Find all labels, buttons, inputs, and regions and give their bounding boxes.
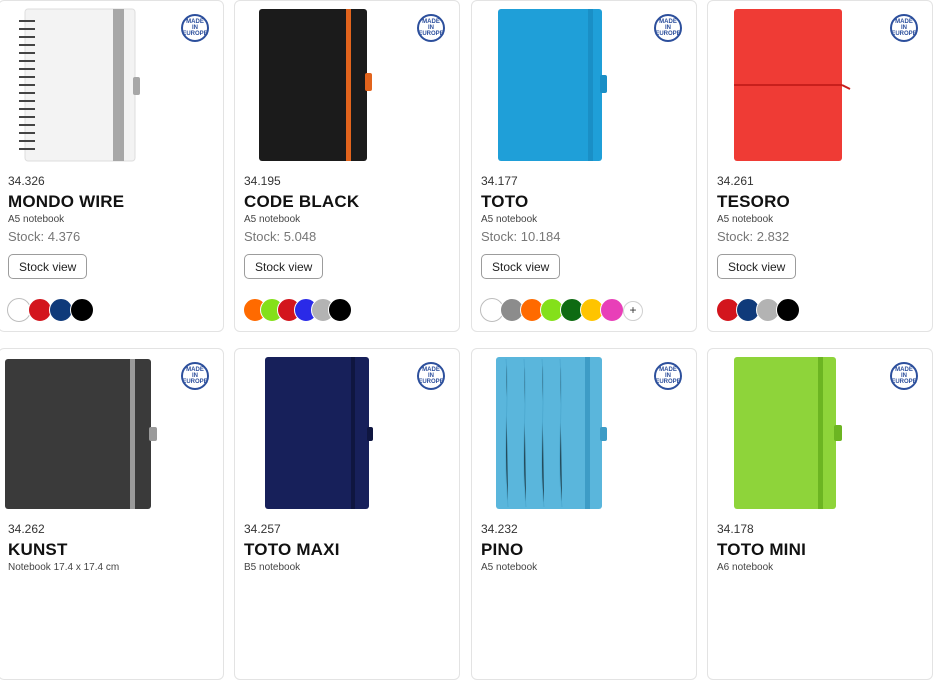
product-name[interactable]: CODE BLACK [244, 192, 359, 212]
made-in-europe-badge: MADE IN EUROPE [890, 362, 918, 390]
made-in-europe-badge: MADE IN EUROPE [181, 14, 209, 42]
made-in-europe-badge: MADE IN EUROPE [654, 14, 682, 42]
made-in-europe-badge: MADE IN EUROPE [417, 362, 445, 390]
stock-view-button[interactable]: Stock view [481, 254, 561, 279]
product-card[interactable]: MADE IN EUROPE 34.177 TOTO A5 notebook S… [471, 0, 697, 332]
product-card[interactable]: MADE IN EUROPE 34.262 KUNST Notebook 17.… [0, 348, 224, 680]
product-sku: 34.177 [481, 174, 518, 188]
product-name[interactable]: TOTO MAXI [244, 540, 340, 560]
product-name[interactable]: MONDO WIRE [8, 192, 124, 212]
badge-line2: EUROPE [655, 379, 681, 385]
stock-count: Stock: 5.048 [244, 229, 317, 244]
product-sku: 34.257 [244, 522, 281, 536]
product-name[interactable]: TOTO [481, 192, 528, 212]
product-card[interactable]: MADE IN EUROPE 34.261 TESORO A5 notebook… [707, 0, 933, 332]
color-swatch-black[interactable] [776, 298, 800, 322]
badge-line2: EUROPE [182, 379, 208, 385]
badge-line1: MADE IN [659, 19, 677, 31]
badge-line2: EUROPE [655, 31, 681, 37]
badge-line1: MADE IN [186, 19, 204, 31]
stock-view-button[interactable]: Stock view [717, 254, 797, 279]
badge-line1: MADE IN [422, 19, 440, 31]
product-type: A5 notebook [717, 214, 774, 225]
product-name[interactable]: KUNST [8, 540, 68, 560]
badge-line2: EUROPE [891, 31, 917, 37]
made-in-europe-badge: MADE IN EUROPE [181, 362, 209, 390]
product-sku: 34.178 [717, 522, 754, 536]
made-in-europe-badge: MADE IN EUROPE [890, 14, 918, 42]
product-sku: 34.232 [481, 522, 518, 536]
stock-count: Stock: 10.184 [481, 229, 561, 244]
product-card[interactable]: MADE IN EUROPE 34.178 TOTO MINI A6 noteb… [707, 348, 933, 680]
stock-view-button[interactable]: Stock view [244, 254, 324, 279]
stock-count: Stock: 2.832 [717, 229, 790, 244]
product-type: A5 notebook [8, 214, 65, 225]
badge-line2: EUROPE [418, 31, 444, 37]
made-in-europe-badge: MADE IN EUROPE [417, 14, 445, 42]
stock-count: Stock: 4.376 [8, 229, 81, 244]
badge-line1: MADE IN [422, 367, 440, 379]
color-swatch-black[interactable] [328, 298, 352, 322]
product-name[interactable]: PINO [481, 540, 523, 560]
badge-line2: EUROPE [418, 379, 444, 385]
product-type: B5 notebook [244, 562, 301, 573]
made-in-europe-badge: MADE IN EUROPE [654, 362, 682, 390]
more-colors-button[interactable]: + [623, 301, 643, 321]
color-swatch-black[interactable] [70, 298, 94, 322]
product-card[interactable]: MADE IN EUROPE 34.195 CODE BLACK A5 note… [234, 0, 460, 332]
badge-line2: EUROPE [891, 379, 917, 385]
product-sku: 34.195 [244, 174, 281, 188]
product-card[interactable]: MADE IN EUROPE 34.232 PINO A5 notebook [471, 348, 697, 680]
stock-view-button[interactable]: Stock view [8, 254, 88, 279]
product-sku: 34.262 [8, 522, 45, 536]
product-type: A5 notebook [244, 214, 301, 225]
product-type: Notebook 17.4 x 17.4 cm [8, 562, 120, 573]
product-type: A6 notebook [717, 562, 774, 573]
badge-line1: MADE IN [895, 367, 913, 379]
color-swatch-pink[interactable] [600, 298, 624, 322]
badge-line1: MADE IN [659, 367, 677, 379]
product-name[interactable]: TESORO [717, 192, 790, 212]
product-card[interactable]: MADE IN EUROPE 34.326 MONDO WIRE A5 note… [0, 0, 224, 332]
product-type: A5 notebook [481, 562, 538, 573]
product-sku: 34.326 [8, 174, 45, 188]
badge-line2: EUROPE [182, 31, 208, 37]
product-type: A5 notebook [481, 214, 538, 225]
product-name[interactable]: TOTO MINI [717, 540, 806, 560]
product-card[interactable]: MADE IN EUROPE 34.257 TOTO MAXI B5 noteb… [234, 348, 460, 680]
product-sku: 34.261 [717, 174, 754, 188]
badge-line1: MADE IN [895, 19, 913, 31]
badge-line1: MADE IN [186, 367, 204, 379]
